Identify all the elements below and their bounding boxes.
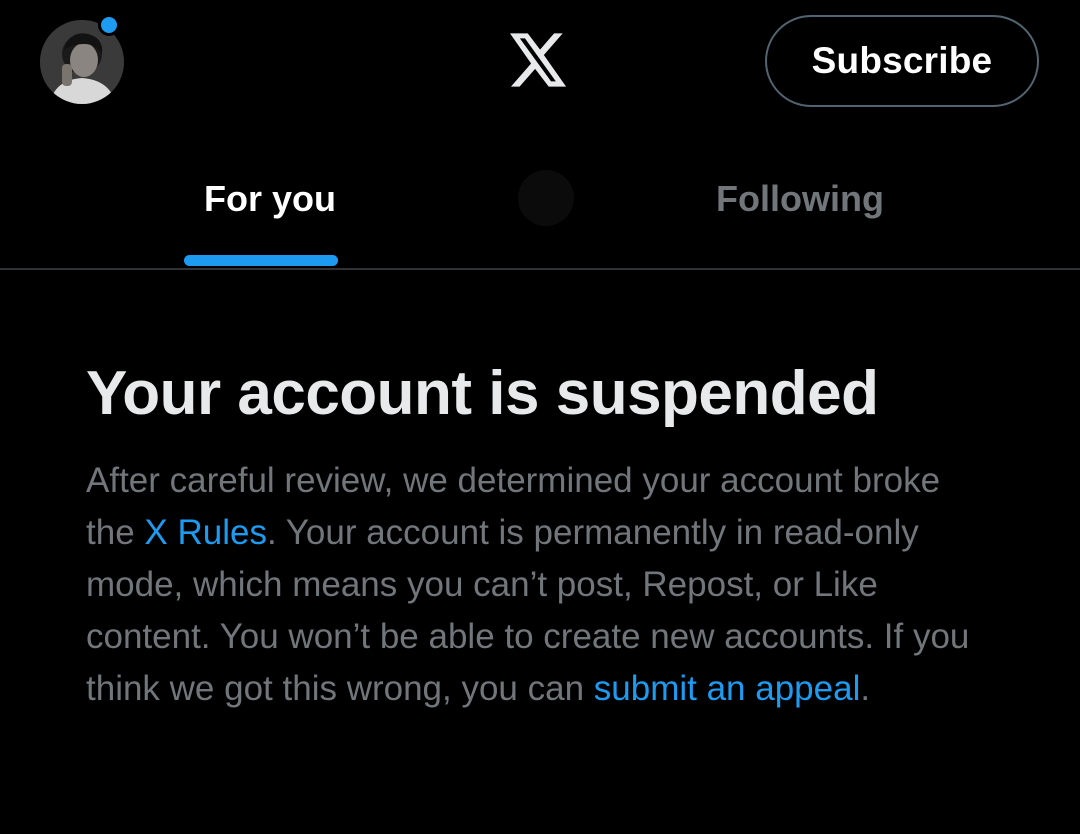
- x-logo-icon[interactable]: [510, 33, 568, 87]
- notification-dot: [98, 14, 120, 36]
- submit-appeal-link[interactable]: submit an appeal: [594, 669, 861, 708]
- tab-following[interactable]: Following: [530, 140, 1070, 268]
- top-header: Subscribe: [0, 0, 1080, 130]
- active-tab-indicator: [184, 255, 338, 266]
- notice-body-part3: .: [860, 669, 871, 708]
- suspension-notice: Your account is suspended After careful …: [86, 355, 1026, 715]
- tab-for-you[interactable]: For you: [0, 140, 540, 268]
- notice-title: Your account is suspended: [86, 359, 879, 428]
- subscribe-button[interactable]: Subscribe: [765, 15, 1039, 107]
- tab-following-label: Following: [716, 178, 884, 219]
- tab-for-you-label: For you: [204, 178, 336, 219]
- x-rules-link[interactable]: X Rules: [144, 513, 267, 552]
- notice-body: After careful review, we determined your…: [86, 455, 996, 715]
- timeline-tabs: For you Following: [0, 140, 1080, 270]
